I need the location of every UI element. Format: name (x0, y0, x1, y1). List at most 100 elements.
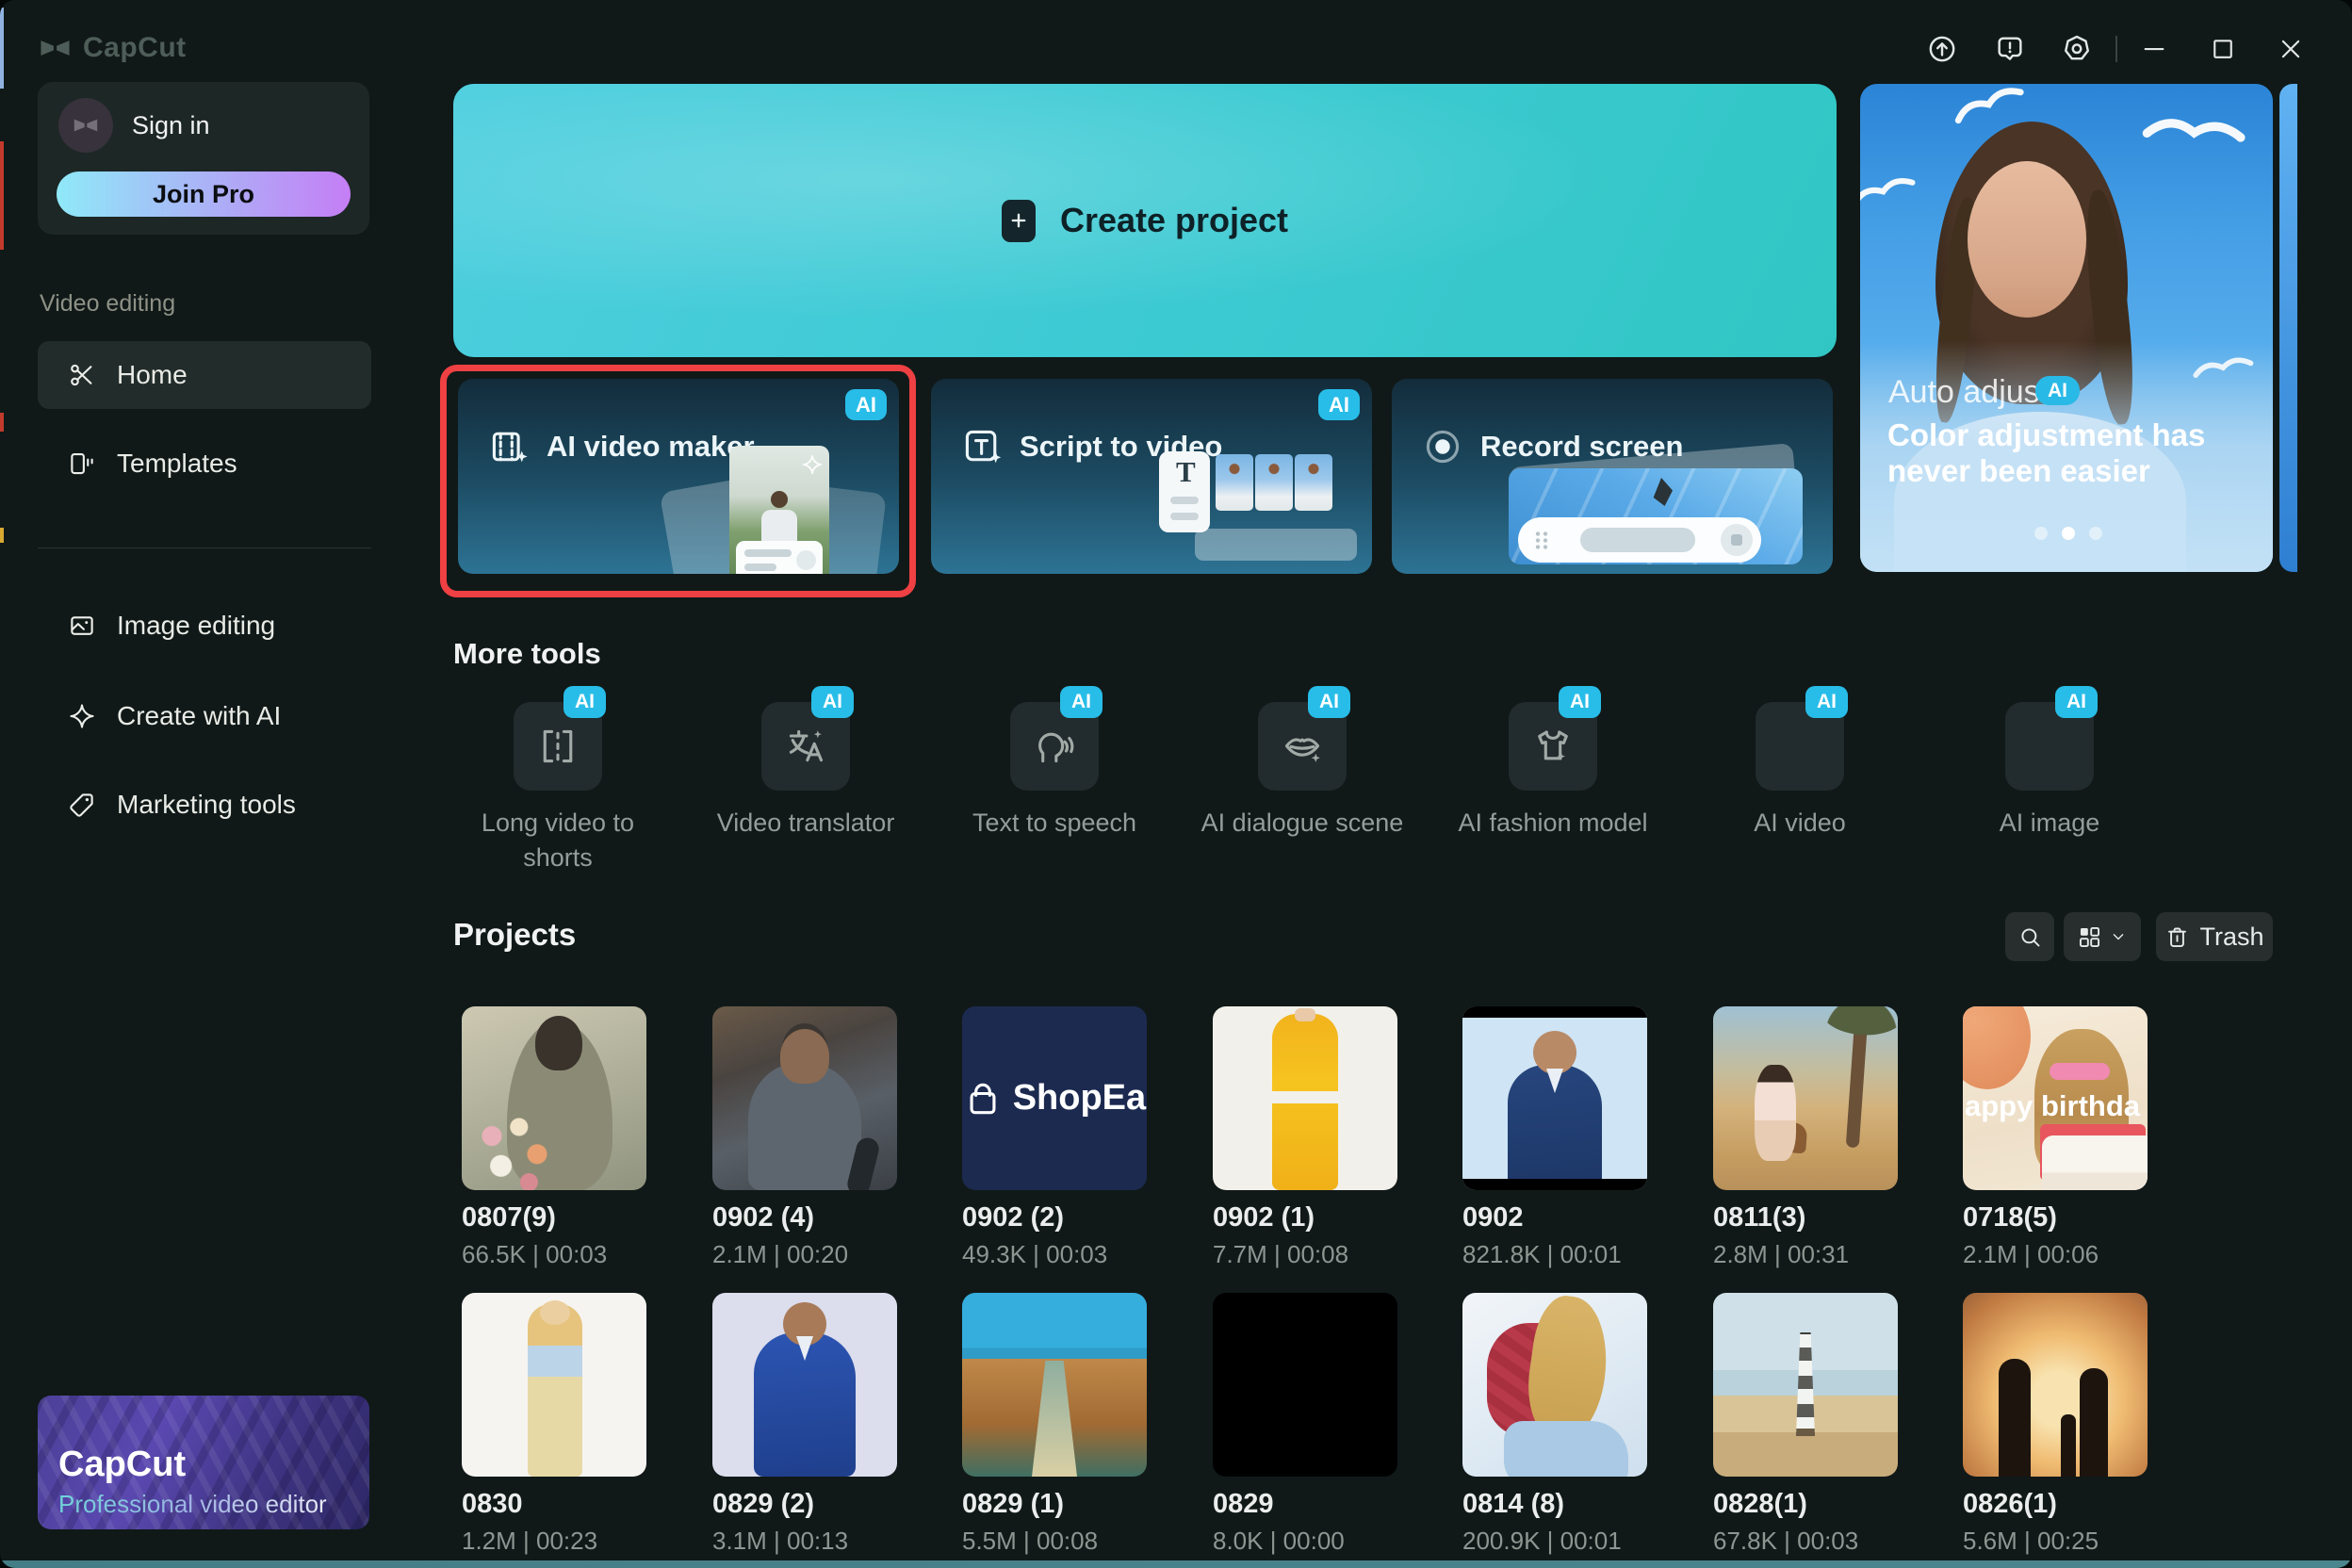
project-stats: 5.5M | 00:08 (962, 1527, 1147, 1556)
project-thumbnail[interactable] (1713, 1006, 1898, 1190)
project-card[interactable]: ShopEas0902 (2)49.3K | 00:03 (962, 1006, 1147, 1269)
shopease-logo: ShopEas (962, 1078, 1147, 1119)
trash-button[interactable]: Trash (2156, 912, 2273, 961)
tool-label: Video translator (683, 806, 928, 841)
project-stats: 2.1M | 00:06 (1963, 1240, 2148, 1269)
script-to-video-card[interactable]: AI Script to video (931, 379, 1372, 574)
sidebar-divider (38, 547, 371, 548)
project-card[interactable]: appy birthda 0718(5) 2.1M | 00:06 (1963, 1006, 2148, 1269)
capcut-avatar-icon (72, 114, 100, 137)
project-thumbnail[interactable] (712, 1293, 897, 1477)
project-thumbnail[interactable] (1213, 1293, 1397, 1477)
project-thumbnail[interactable] (712, 1006, 897, 1190)
settings-button[interactable] (2058, 30, 2096, 68)
capcut-window: CapCut Sign in Join Pro Video editing Ho… (0, 0, 2352, 1568)
sidebar-item-label: Image editing (117, 611, 275, 641)
join-pro-button[interactable]: Join Pro (57, 172, 351, 217)
close-button[interactable] (2272, 30, 2310, 68)
feedback-button[interactable] (1991, 30, 2029, 68)
highlight-outline (440, 365, 916, 597)
tool-label: AI fashion model (1416, 806, 1690, 841)
project-thumbnail[interactable] (1462, 1293, 1647, 1477)
desktop-edge-artifact (0, 528, 4, 543)
next-slide-edge (2279, 84, 2297, 572)
speech-head-icon (1034, 726, 1075, 767)
project-card[interactable]: 0829 (2)3.1M | 00:13 (712, 1293, 897, 1556)
project-thumbnail[interactable] (1963, 1293, 2148, 1477)
sign-in-label[interactable]: Sign in (132, 111, 210, 140)
project-card[interactable]: 0811(3)2.8M | 00:31 (1713, 1006, 1898, 1269)
project-name: 0807(9) (462, 1202, 646, 1233)
seagull-icon (1949, 84, 2029, 127)
capcut-logo-icon (38, 35, 73, 61)
sparkle-icon (68, 702, 96, 730)
project-card[interactable]: 0902821.8K | 00:01 (1462, 1006, 1647, 1269)
project-thumbnail[interactable] (1213, 1006, 1397, 1190)
sidebar-item-marketing-tools[interactable]: Marketing tools (38, 771, 371, 839)
project-stats: 5.6M | 00:25 (1963, 1527, 2148, 1556)
project-name: 0718(5) (1963, 1202, 2148, 1233)
sidebar-item-image-editing[interactable]: Image editing (38, 592, 371, 660)
view-mode-button[interactable] (2064, 912, 2141, 961)
project-card[interactable]: 0826(1)5.6M | 00:25 (1963, 1293, 2148, 1556)
shopping-bag-icon (962, 1078, 1004, 1119)
record-screen-card[interactable]: Record screen (1392, 379, 1833, 574)
project-thumbnail[interactable]: ShopEas (962, 1006, 1147, 1190)
sidebar-item-label: Home (117, 360, 188, 390)
sidebar-item-home[interactable]: Home (38, 341, 371, 409)
project-card[interactable]: 08301.2M | 00:23 (462, 1293, 646, 1556)
ai-badge: AI (564, 686, 606, 718)
project-thumbnail[interactable] (462, 1006, 646, 1190)
carousel-dot[interactable] (2034, 527, 2048, 540)
minimize-button[interactable] (2135, 30, 2173, 68)
desktop-edge-artifact (0, 8, 4, 89)
app-name: CapCut (83, 32, 187, 64)
project-thumbnail[interactable] (962, 1293, 1147, 1477)
project-stats: 8.0K | 00:00 (1213, 1527, 1397, 1556)
sidebar-item-templates[interactable]: Templates (38, 430, 371, 498)
project-card[interactable]: 0814 (8)200.9K | 00:01 (1462, 1293, 1647, 1556)
seagull-icon (1860, 171, 1919, 210)
project-stats: 7.7M | 00:08 (1213, 1240, 1397, 1269)
project-thumbnail[interactable] (1462, 1006, 1647, 1190)
plus-icon (1002, 200, 1036, 242)
app-logo: CapCut (38, 32, 187, 64)
garment-icon (1532, 726, 1574, 767)
project-card[interactable]: 0902 (1)7.7M | 00:08 (1213, 1006, 1397, 1269)
project-thumbnail[interactable] (462, 1293, 646, 1477)
project-stats: 49.3K | 00:03 (962, 1240, 1147, 1269)
carousel-dot-active[interactable] (2062, 527, 2075, 540)
tag-icon (68, 791, 96, 819)
templates-icon (68, 449, 96, 478)
avatar[interactable] (58, 98, 113, 153)
record-screen-preview (1509, 463, 1812, 570)
project-card[interactable]: 0828(1)67.8K | 00:03 (1713, 1293, 1898, 1556)
window-bottom-edge (0, 1560, 2352, 1568)
project-card[interactable]: 0807(9) 66.5K | 00:03 (462, 1006, 646, 1269)
minimize-icon (2140, 35, 2168, 63)
project-thumbnail[interactable] (1713, 1293, 1898, 1477)
ai-badge: AI (1318, 389, 1360, 420)
maximize-button[interactable] (2204, 30, 2242, 68)
desktop-edge-artifact (0, 413, 4, 432)
project-stats: 821.8K | 00:01 (1462, 1240, 1647, 1269)
project-name: 0830 (462, 1489, 646, 1520)
project-card[interactable]: 0902 (4)2.1M | 00:20 (712, 1006, 897, 1269)
promo-carousel[interactable]: Auto adjust AI Color adjustment has neve… (1860, 84, 2273, 572)
project-thumbnail[interactable]: appy birthda (1963, 1006, 2148, 1190)
project-card[interactable]: 0829 (1)5.5M | 00:08 (962, 1293, 1147, 1556)
promo-caption-line1: Color adjustment has (1887, 417, 2205, 453)
project-stats: 66.5K | 00:03 (462, 1240, 646, 1269)
capcut-promo-banner[interactable]: CapCut Professional video editor (38, 1396, 369, 1529)
sign-in-card[interactable]: Sign in Join Pro (38, 82, 369, 235)
sidebar-item-create-with-ai[interactable]: Create with AI (38, 682, 371, 750)
upload-button[interactable] (1923, 30, 1961, 68)
create-project-button[interactable]: Create project (453, 84, 1837, 357)
sidebar-item-label: Templates (117, 449, 237, 479)
titlebar-separator (2115, 36, 2117, 62)
carousel-dot[interactable] (2089, 527, 2102, 540)
project-card[interactable]: 08298.0K | 00:00 (1213, 1293, 1397, 1556)
search-button[interactable] (2005, 912, 2054, 961)
tool-label: Long video to shorts (464, 806, 652, 875)
banner-title: CapCut (58, 1445, 186, 1485)
